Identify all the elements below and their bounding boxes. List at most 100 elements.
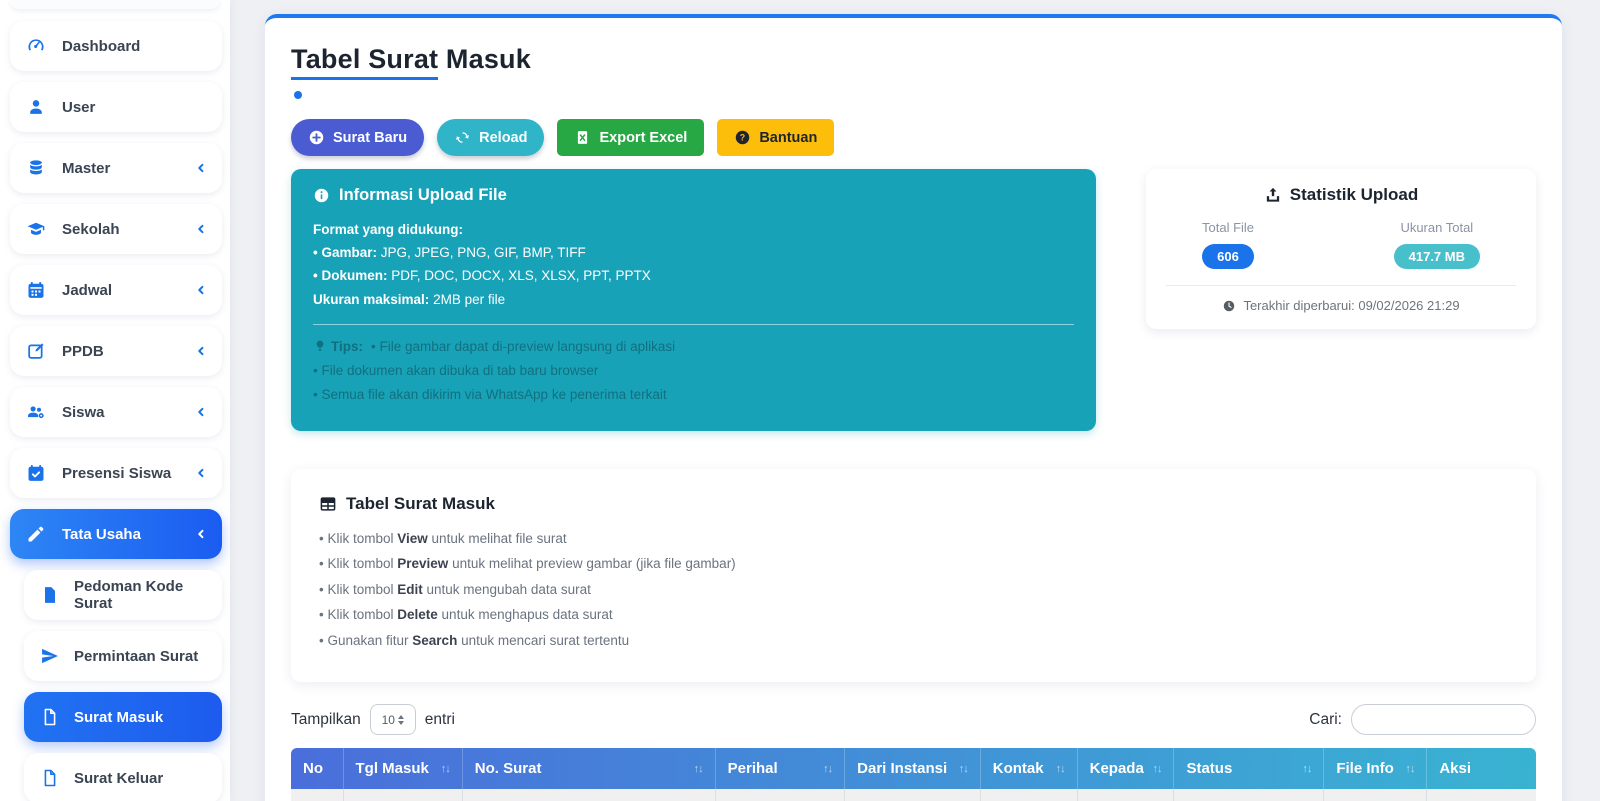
statistik-divider (1166, 285, 1516, 286)
clock-icon (1222, 299, 1236, 313)
column-header-aksi: Aksi (1439, 760, 1472, 778)
plus-circle-icon (308, 129, 325, 146)
max-size-line: Ukuran maksimal: 2MB per file (313, 291, 506, 307)
chevron-left-icon (194, 344, 208, 358)
upload-info-panel: Informasi Upload File Format yang diduku… (291, 169, 1096, 431)
help-item-search: • Gunakan fitur Search untuk mencari sur… (319, 632, 630, 648)
column-header-kepada[interactable]: Kepada ↑↓ (1077, 748, 1175, 790)
page-card: Tabel Surat Masuk Surat Baru Reload Expo… (265, 14, 1562, 801)
cell-tgl-masuk: 09 Februari 2026 (343, 789, 463, 801)
sort-arrows-icon: ↑↓ (958, 762, 969, 775)
sidebar: Dashboard User Master Sekolah Jadwal PPD… (0, 0, 230, 801)
users-gear-icon (26, 402, 46, 422)
sidebar-item-label: Master (62, 159, 111, 177)
sidebar-item-siswa[interactable]: Siswa (10, 387, 222, 437)
total-file-badge: 606 (1202, 244, 1254, 269)
spinner-arrows-icon (397, 714, 404, 725)
excel-file-icon (574, 129, 591, 146)
upload-info-title: Informasi Upload File (313, 186, 1074, 205)
sidebar-item-presensi-siswa[interactable]: Presensi Siswa (10, 448, 222, 498)
sidebar-item-permintaan-surat[interactable]: Permintaan Surat (24, 631, 222, 681)
upload-icon (1264, 186, 1282, 204)
reload-button[interactable]: Reload (437, 119, 545, 156)
sidebar-item-label: Surat Masuk (74, 708, 164, 726)
bantuan-button[interactable]: ? Bantuan (717, 119, 835, 156)
page-size-value: 10 (381, 712, 395, 727)
chevron-left-icon (194, 405, 208, 419)
calendar-check-icon (26, 463, 46, 483)
surat-baru-button[interactable]: Surat Baru (291, 119, 425, 156)
sidebar-item-label: Tata Usaha (62, 525, 141, 543)
table-row: 1 09 Februari 2026 1/INS/III.4/D/2026 so… (291, 789, 1536, 801)
paper-plane-icon (40, 646, 60, 666)
sidebar-item-label: Siswa (62, 403, 105, 421)
page-title-rest: Masuk (438, 44, 531, 74)
sort-arrows-icon: ↑↓ (1302, 762, 1312, 775)
column-header-status[interactable]: Status ↑↓ (1173, 748, 1325, 790)
upload-info-divider (313, 323, 1074, 325)
sidebar-item-tata-usaha[interactable]: Tata Usaha (10, 509, 222, 559)
export-excel-button[interactable]: Export Excel (557, 119, 705, 156)
column-header-no-surat[interactable]: No. Surat ↑↓ (462, 748, 716, 790)
total-file-label: Total File (1202, 220, 1255, 235)
sort-arrows-icon: ↑↓ (1152, 762, 1162, 775)
sidebar-item-surat-masuk[interactable]: Surat Masuk (24, 692, 222, 742)
column-header-dari-instansi[interactable]: Dari Instansi ↑↓ (844, 748, 981, 790)
statistik-title-text: Statistik Upload (1289, 185, 1419, 204)
pencil-icon (26, 524, 46, 544)
format-heading: Format yang didukung: (313, 222, 463, 237)
column-header-file-info[interactable]: File Info ↑↓ (1323, 748, 1428, 790)
last-updated-text: Terakhir diperbarui: 09/02/2026 21:29 (1243, 298, 1460, 313)
file-outline-icon (40, 707, 60, 727)
column-header-no: No (291, 748, 344, 790)
cell-status: BELUM DISPOSISI (1173, 789, 1325, 801)
sidebar-item-jadwal[interactable]: Jadwal (10, 265, 222, 315)
sidebar-item-master[interactable]: Master (10, 143, 222, 193)
sidebar-item-dashboard[interactable]: Dashboard (10, 21, 222, 71)
cell-aksi: Aksi ▾ (1426, 789, 1536, 801)
sidebar-item-pedoman-kode-surat[interactable]: Pedoman Kode Surat (24, 570, 222, 620)
sidebar-item-label: Surat Keluar (74, 769, 164, 787)
toolbar: Surat Baru Reload Export Excel ? Bantuan (291, 119, 1536, 156)
chevron-left-icon (194, 527, 208, 541)
svg-text:?: ? (740, 133, 745, 143)
help-item-preview: • Klik tombol Preview untuk melihat prev… (319, 556, 736, 572)
column-header-perihal[interactable]: Perihal ↑↓ (715, 748, 846, 790)
user-icon (26, 97, 46, 117)
sidebar-item-cutoff-top (10, 0, 220, 9)
sidebar-item-label: Jadwal (62, 281, 113, 299)
question-circle-icon: ? (734, 129, 751, 146)
upload-info-title-text: Informasi Upload File (339, 186, 507, 204)
search-input[interactable] (1351, 704, 1536, 736)
sort-arrows-icon: ↑↓ (1405, 762, 1415, 775)
cell-kontak (980, 789, 1078, 801)
show-entries-label: Tampilkan (291, 710, 361, 728)
statistik-columns: Total File 606 Ukuran Total 417.7 MB (1166, 220, 1516, 269)
cell-perihal: sosialisasi taawundikmu (715, 789, 846, 801)
tips-line-1: Tips: • File gambar dapat di-preview lan… (313, 339, 1074, 354)
panels-row: Informasi Upload File Format yang diduku… (291, 169, 1536, 431)
file-outline-icon (40, 768, 60, 788)
main-content: Tabel Surat Masuk Surat Baru Reload Expo… (230, 0, 1600, 801)
pen-square-icon (26, 341, 46, 361)
chevron-left-icon (194, 466, 208, 480)
column-header-kontak[interactable]: Kontak ↑↓ (980, 748, 1078, 790)
sidebar-item-label: Dashboard (62, 37, 141, 55)
column-header-tgl-masuk[interactable]: Tgl Masuk ↑↓ (343, 748, 463, 790)
chevron-left-icon (194, 161, 208, 175)
sidebar-item-sekolah[interactable]: Sekolah (10, 204, 222, 254)
ukuran-total-label: Ukuran Total (1400, 220, 1474, 235)
sidebar-item-label: Pedoman Kode Surat (74, 578, 184, 612)
sidebar-item-user[interactable]: User (10, 82, 222, 132)
cell-kepada: Kepala Sekolah (1077, 789, 1175, 801)
sidebar-item-label: Presensi Siswa (62, 464, 172, 482)
calendar-icon (26, 280, 46, 300)
export-excel-label: Export Excel (599, 129, 688, 146)
sort-arrows-icon: ↑↓ (693, 762, 704, 775)
ukuran-total-stat: Ukuran Total 417.7 MB (1393, 220, 1480, 269)
table-controls: Tampilkan 10 entri Cari: (291, 704, 1536, 736)
sidebar-item-ppdb[interactable]: PPDB (10, 326, 222, 376)
sidebar-item-surat-keluar[interactable]: Surat Keluar (24, 753, 222, 801)
page-size-select[interactable]: 10 (369, 704, 416, 736)
sidebar-item-label: PPDB (62, 342, 104, 360)
